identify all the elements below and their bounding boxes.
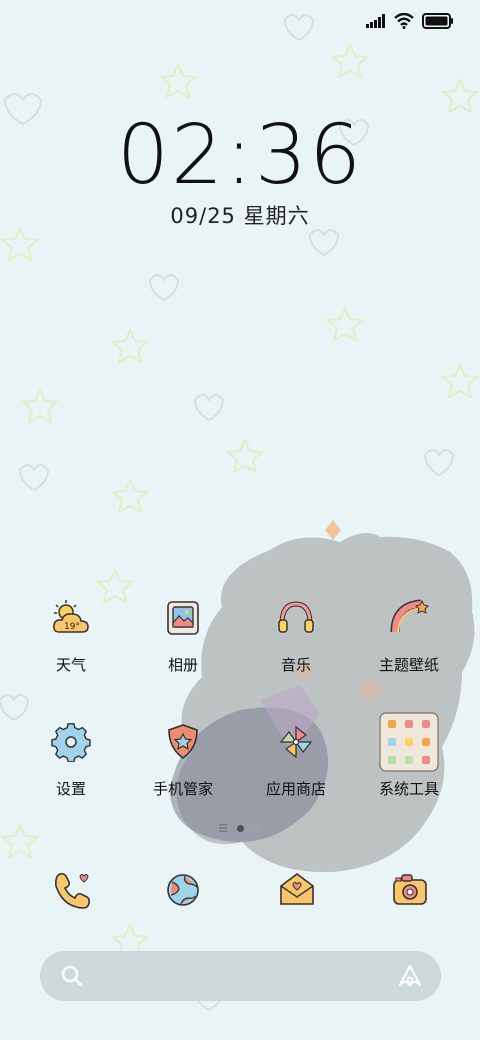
page-indicator[interactable]: [0, 824, 480, 832]
app-label: 音乐: [280, 656, 311, 674]
app-weather[interactable]: 19° 天气: [16, 598, 126, 675]
pinwheel-icon: [276, 722, 316, 762]
app-gallery[interactable]: 相册: [128, 598, 238, 675]
app-label: 系统工具: [378, 780, 439, 798]
app-label: 设置: [55, 780, 86, 798]
messages-icon[interactable]: [277, 870, 317, 910]
app-themes[interactable]: 主题壁纸: [354, 598, 464, 675]
wifi-icon: [394, 13, 414, 29]
app-label: 应用商店: [265, 780, 326, 798]
status-bar: [366, 8, 454, 34]
assistant-icon[interactable]: [397, 963, 423, 989]
app-store[interactable]: 应用商店: [241, 722, 351, 799]
lockscreen-time: 02:36: [116, 108, 364, 203]
battery-icon: [422, 13, 453, 29]
lockscreen-date: 09/25 星期六: [170, 204, 310, 228]
gallery-icon: [163, 598, 203, 638]
browser-icon[interactable]: [163, 870, 203, 910]
search-bar[interactable]: [40, 951, 441, 1001]
app-label: 天气: [55, 656, 86, 674]
gear-icon: [51, 722, 91, 762]
weather-temp: 19°: [64, 622, 80, 632]
app-folder-system-tools[interactable]: 系统工具: [354, 712, 464, 799]
camera-icon[interactable]: [390, 870, 430, 910]
app-music[interactable]: 音乐: [241, 598, 351, 675]
app-label: 主题壁纸: [378, 656, 439, 674]
menu-lines-icon: [219, 824, 227, 832]
phone-icon[interactable]: [52, 870, 92, 910]
app-label: 手机管家: [152, 780, 213, 798]
shield-icon: [163, 722, 203, 762]
page-dot-active[interactable]: [237, 824, 244, 832]
search-icon[interactable]: [60, 964, 84, 988]
signal-icon: [366, 14, 385, 28]
weather-icon: 19°: [51, 598, 91, 638]
folder-icon: [379, 712, 439, 772]
app-label: 相册: [167, 656, 198, 674]
rainbow-icon: [389, 598, 429, 638]
app-phone-manager[interactable]: 手机管家: [128, 722, 238, 799]
app-settings[interactable]: 设置: [16, 722, 126, 799]
page-dot[interactable]: [254, 824, 261, 832]
headphones-icon: [276, 598, 316, 638]
